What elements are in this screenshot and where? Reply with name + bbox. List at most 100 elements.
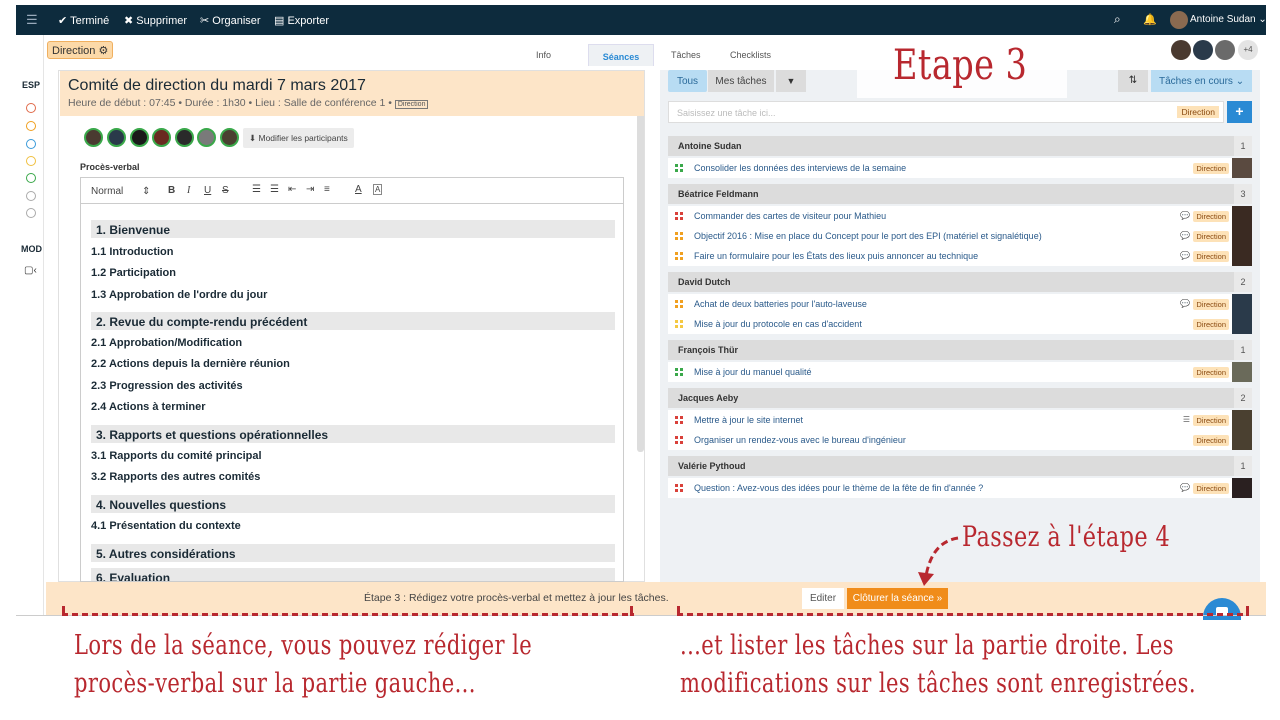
task-group-header[interactable]: David Dutch 2: [668, 272, 1252, 292]
space-badge[interactable]: Direction ⚙: [47, 41, 114, 59]
tab-tasks[interactable]: Tâches: [671, 50, 701, 60]
assignee-avatar[interactable]: [1232, 410, 1252, 430]
task-row[interactable]: Question : Avez-vous des idées pour le t…: [668, 478, 1252, 498]
assignee-avatar[interactable]: [1232, 430, 1252, 450]
minutes-label: Procès-verbal: [80, 162, 140, 172]
hamburger-icon[interactable]: ☰: [26, 12, 38, 28]
task-tag: Direction: [1193, 319, 1229, 330]
edit-button[interactable]: Editer: [802, 588, 844, 609]
task-priority-icon: [675, 252, 683, 260]
filter-icon[interactable]: ▼: [776, 70, 806, 92]
tab-seances[interactable]: Séances: [588, 44, 654, 66]
task-row[interactable]: Achat de deux batteries pour l'auto-lave…: [668, 294, 1252, 314]
task-group-header[interactable]: Jacques Aeby 2: [668, 388, 1252, 408]
bullet-list-icon[interactable]: ☰: [270, 184, 279, 195]
task-tag: Direction: [1193, 415, 1229, 426]
step-footer: Étape 3 : Rédigez votre procès-verbal et…: [46, 582, 1266, 615]
minutes-section-heading: 3. Rapports et questions opérationnelles: [91, 425, 615, 443]
assignee-avatar[interactable]: [1232, 246, 1252, 266]
minutes-editor[interactable]: Normal ⇕ B I U S ☰ ☰ ⇤ ⇥ ≡ A A 1. Bienve…: [80, 177, 624, 582]
task-row[interactable]: Faire un formulaire pour les États des l…: [668, 246, 1252, 266]
task-row[interactable]: Mise à jour du protocole en cas d'accide…: [668, 314, 1252, 334]
task-group-header[interactable]: Valérie Pythoud 1: [668, 456, 1252, 476]
task-priority-icon: [675, 164, 683, 172]
tab-info[interactable]: Info: [536, 50, 551, 60]
user-name: Antoine Sudan: [1190, 14, 1256, 25]
text-color-icon[interactable]: A: [355, 184, 362, 195]
meeting-details: Heure de début : 07:45 • Durée : 1h30 • …: [68, 97, 429, 109]
assignee-avatar[interactable]: [1232, 206, 1252, 226]
indent-icon[interactable]: ⇥: [306, 184, 314, 195]
assignee-avatar[interactable]: [1232, 478, 1252, 498]
task-row[interactable]: Objectif 2016 : Mise en place du Concept…: [668, 226, 1252, 246]
outdent-icon[interactable]: ⇤: [288, 184, 296, 195]
user-avatar[interactable]: [1170, 11, 1188, 29]
assignee-avatar[interactable]: [1232, 226, 1252, 246]
participant-avatar: [1171, 40, 1191, 60]
sort-icon[interactable]: ⇅: [1118, 70, 1148, 92]
task-group-count: 3: [1234, 184, 1252, 204]
assignee-avatar[interactable]: [1232, 294, 1252, 314]
left-note-line2: procès-verbal sur la partie gauche...: [74, 668, 476, 699]
status-circle-icon[interactable]: [26, 208, 36, 218]
task-group-count: 1: [1234, 340, 1252, 360]
participant-avatar: [84, 128, 103, 147]
background-color-icon[interactable]: A: [373, 184, 383, 195]
status-circle-icon[interactable]: [26, 139, 36, 149]
new-task-input[interactable]: Saisissez une tâche ici... Direction: [668, 101, 1224, 123]
filter-all-button[interactable]: Tous: [668, 70, 707, 92]
collapse-icon[interactable]: ▢‹: [24, 265, 37, 276]
align-icon[interactable]: ≡: [324, 184, 330, 195]
status-circle-icon[interactable]: [26, 191, 36, 201]
task-group-header[interactable]: Béatrice Feldmann 3: [668, 184, 1252, 204]
delete-button[interactable]: ✖ Supprimer: [124, 14, 187, 27]
minutes-subsection: 2.2 Actions depuis la dernière réunion: [91, 358, 290, 370]
task-group-name: Valérie Pythoud: [678, 461, 746, 471]
done-button[interactable]: ✔ Terminé: [58, 14, 109, 27]
search-icon[interactable]: ⌕: [1114, 12, 1121, 27]
task-tag: Direction: [1193, 211, 1229, 222]
task-group-header[interactable]: Antoine Sudan 1: [668, 136, 1252, 156]
task-text: Mettre à jour le site internet: [694, 415, 804, 425]
italic-icon[interactable]: I: [187, 185, 190, 196]
style-select[interactable]: Normal ⇕: [91, 186, 150, 197]
rail-mod-label: MOD: [21, 244, 42, 254]
add-task-button[interactable]: +: [1227, 101, 1252, 123]
task-row[interactable]: Commander des cartes de visiteur pour Ma…: [668, 206, 1252, 226]
task-row[interactable]: Mise à jour du manuel qualité Direction: [668, 362, 1252, 382]
task-group-count: 2: [1234, 388, 1252, 408]
user-menu[interactable]: Antoine Sudan ⌄: [1190, 14, 1267, 25]
task-group-header[interactable]: François Thür 1: [668, 340, 1252, 360]
assignee-avatar[interactable]: [1232, 362, 1252, 382]
bell-icon[interactable]: 🔔: [1143, 13, 1157, 26]
status-circle-icon[interactable]: [26, 103, 36, 113]
status-circle-icon[interactable]: [26, 156, 36, 166]
filter-mine-button[interactable]: Mes tâches: [708, 70, 774, 92]
status-circle-icon[interactable]: [26, 173, 36, 183]
meeting-tag: Direction: [394, 100, 429, 109]
new-task-tag: Direction: [1177, 106, 1219, 118]
export-button[interactable]: ▤ Exporter: [274, 14, 329, 27]
strike-icon[interactable]: S: [222, 185, 229, 196]
edit-participants-button[interactable]: ⬇ Modifier les participants: [243, 128, 354, 148]
more-participants-badge[interactable]: +4: [1238, 40, 1258, 60]
organize-button[interactable]: ✂ Organiser: [200, 14, 261, 27]
minutes-content[interactable]: 1. Bienvenue 1.1 Introduction 1.2 Particip…: [81, 204, 623, 581]
status-circle-icon[interactable]: [26, 121, 36, 131]
close-meeting-button[interactable]: Clôturer la séance »: [847, 588, 948, 609]
assignee-avatar[interactable]: [1232, 158, 1252, 178]
panel-scrollbar[interactable]: [637, 72, 644, 452]
left-rail: ESP MOD ▢‹: [16, 35, 44, 615]
task-group-name: François Thür: [678, 345, 739, 355]
assignee-avatar[interactable]: [1232, 314, 1252, 334]
bold-icon[interactable]: B: [168, 185, 175, 196]
status-select[interactable]: Tâches en cours ⌄: [1151, 70, 1252, 92]
underline-icon[interactable]: U: [204, 185, 211, 196]
task-row[interactable]: Consolider les données des interviews de…: [668, 158, 1252, 178]
tab-checklists[interactable]: Checklists: [730, 50, 771, 60]
step4-annotation: Passez à l'étape 4: [962, 520, 1171, 553]
task-row[interactable]: Organiser un rendez-vous avec le bureau …: [668, 430, 1252, 450]
task-row[interactable]: Mettre à jour le site internet ☰ Direction: [668, 410, 1252, 430]
gear-icon[interactable]: ⚙: [98, 45, 108, 57]
ordered-list-icon[interactable]: ☰: [252, 184, 261, 195]
